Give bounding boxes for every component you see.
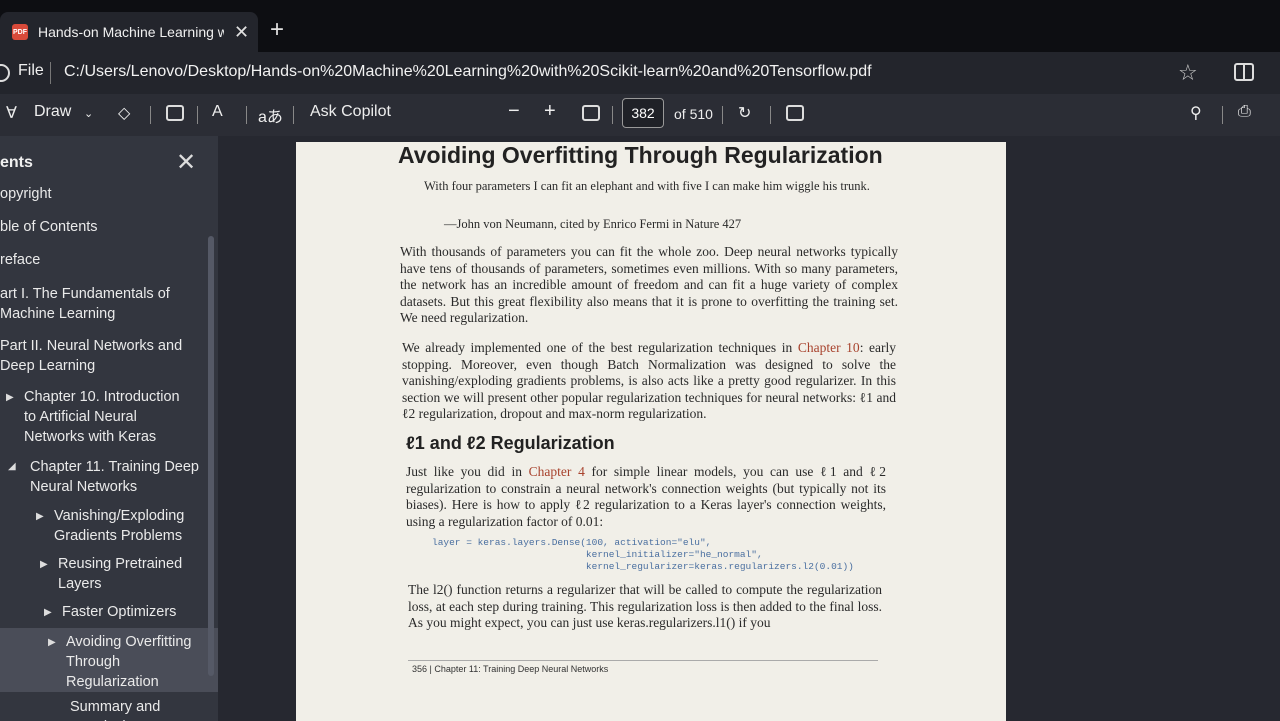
toc-item-summary[interactable]: Summary and Practical	[70, 697, 218, 721]
section-heading: Avoiding Overfitting Through Regularizat…	[398, 142, 883, 168]
divider	[50, 62, 51, 84]
favorite-star-icon[interactable]: ☆	[1178, 60, 1198, 86]
zoom-out-button[interactable]: −	[508, 100, 520, 123]
expand-arrow-icon[interactable]: ▶	[6, 392, 14, 403]
toc-item-part-1[interactable]: art I. The Fundamentals of Machine Learn…	[0, 284, 190, 324]
draw-icon[interactable]: ∀	[6, 103, 17, 123]
tab-title: Hands-on Machine Learning wit	[38, 24, 224, 40]
search-icon[interactable]: ⚲	[1190, 103, 1202, 123]
subsection-heading: ℓ1 and ℓ2 Regularization	[406, 433, 615, 453]
page-total: of 510	[674, 106, 713, 122]
zoom-in-button[interactable]: +	[544, 100, 556, 123]
browser-tab[interactable]: PDF Hands-on Machine Learning wit ✕	[0, 12, 258, 52]
print-icon[interactable]: ⎙	[1238, 103, 1251, 121]
footer-divider	[408, 660, 878, 661]
divider	[770, 106, 771, 124]
collapse-arrow-icon[interactable]: ◢	[8, 461, 16, 472]
toc-item-part-2[interactable]: Part II. Neural Networks and Deep Learni…	[0, 336, 190, 376]
eraser-icon[interactable]: ◇	[118, 103, 130, 123]
fit-width-icon[interactable]	[582, 105, 600, 121]
toc-item-chapter-10[interactable]: Chapter 10. Introduction to Artificial N…	[24, 387, 194, 447]
paragraph-3-text: Just like you did in	[406, 464, 529, 479]
paragraph-2: We already implemented one of the best r…	[402, 340, 896, 423]
paragraph-4: The l2() function returns a regularizer …	[408, 582, 882, 630]
toc-item-chapter-11[interactable]: Chapter 11. Training Deep Neural Network…	[30, 457, 200, 497]
toc-item-avoiding-overfitting[interactable]: Avoiding Overfitting Through Regularizat…	[66, 632, 206, 692]
epigraph-attribution: —John von Neumann, cited by Enrico Fermi…	[444, 217, 742, 231]
divider	[246, 106, 247, 124]
expand-arrow-icon[interactable]: ▶	[48, 637, 56, 648]
toc-item-faster-optimizers[interactable]: Faster Optimizers	[62, 602, 176, 622]
divider	[722, 106, 723, 124]
divider	[150, 106, 151, 124]
close-sidebar-icon[interactable]: ✕	[176, 148, 196, 177]
title-bar: PDF Hands-on Machine Learning wit ✕ +	[0, 0, 1280, 52]
text-box-icon[interactable]	[166, 105, 184, 121]
draw-chevron-down-icon[interactable]: ⌄	[84, 107, 93, 120]
sidebar-scrollbar[interactable]	[208, 236, 214, 676]
epigraph-quote: With four parameters I can fit an elepha…	[424, 179, 870, 193]
address-url[interactable]: C:/Users/Lenovo/Desktop/Hands-on%20Machi…	[64, 63, 872, 81]
pdf-toolbar: ∀ Draw ⌄ ◇ A aあ Ask Copilot − + 382 of 5…	[0, 94, 1280, 136]
page-footer: 356 | Chapter 11: Training Deep Neural N…	[412, 664, 609, 674]
chapter-10-link[interactable]: Chapter 10	[798, 340, 860, 355]
page-number-input[interactable]: 382	[622, 98, 664, 128]
divider	[612, 106, 613, 124]
expand-arrow-icon[interactable]: ▶	[44, 607, 52, 618]
draw-button[interactable]: Draw	[34, 103, 71, 121]
toc-item-reusing-pretrained[interactable]: Reusing Pretrained Layers	[58, 554, 198, 594]
new-tab-icon[interactable]: +	[270, 16, 284, 44]
expand-arrow-icon[interactable]: ▶	[36, 511, 44, 522]
toc-item-vanishing-gradients[interactable]: Vanishing/Exploding Gradients Problems	[54, 506, 204, 546]
ask-copilot-button[interactable]: Ask Copilot	[310, 103, 391, 121]
close-tab-icon[interactable]: ✕	[234, 22, 249, 43]
translate-icon[interactable]: aあ	[258, 103, 283, 127]
divider	[197, 106, 198, 124]
contents-sidebar: ents ✕ opyright ble of Contents reface a…	[0, 136, 218, 721]
toc-item-preface[interactable]: reface	[0, 250, 40, 270]
paragraph-3: Just like you did in Chapter 4 for simpl…	[406, 464, 886, 530]
paragraph-1: With thousands of parameters you can fit…	[400, 244, 898, 325]
toc-item-table-of-contents[interactable]: ble of Contents	[0, 217, 98, 237]
read-aloud-icon[interactable]: A	[212, 103, 223, 121]
pdf-icon: PDF	[12, 24, 28, 40]
sidebar-title: ents	[0, 154, 33, 171]
toc-item-copyright[interactable]: opyright	[0, 184, 52, 204]
page-view-icon[interactable]	[786, 105, 804, 121]
chapter-4-link[interactable]: Chapter 4	[529, 464, 585, 479]
paragraph-2-text: We already implemented one of the best r…	[402, 340, 798, 355]
address-bar: File C:/Users/Lenovo/Desktop/Hands-on%20…	[0, 52, 1280, 94]
expand-arrow-icon[interactable]: ▶	[40, 559, 48, 570]
pdf-page: Avoiding Overfitting Through Regularizat…	[296, 142, 1006, 721]
info-icon[interactable]	[0, 64, 10, 82]
split-screen-icon[interactable]	[1234, 63, 1254, 81]
divider	[293, 106, 294, 124]
rotate-icon[interactable]: ↻	[738, 103, 751, 123]
address-scheme-label: File	[18, 62, 44, 79]
divider	[1222, 106, 1223, 124]
code-block: layer = keras.layers.Dense(100, activati…	[432, 537, 854, 572]
